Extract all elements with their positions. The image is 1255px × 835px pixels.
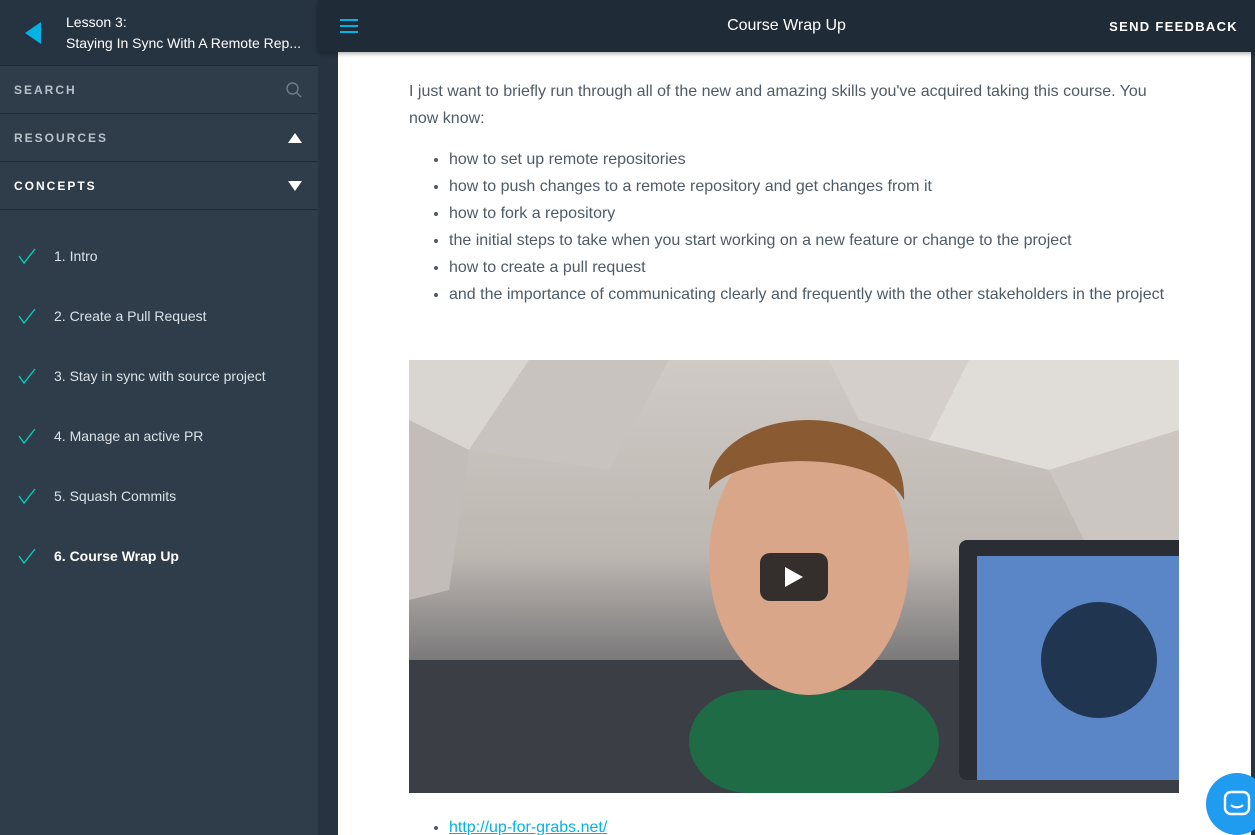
concepts-label: CONCEPTS <box>14 178 97 193</box>
resources-toggle[interactable]: RESOURCES <box>0 114 318 162</box>
concept-label: 2. Create a Pull Request <box>54 308 207 324</box>
play-button[interactable] <box>760 553 828 601</box>
sidebar: Lesson 3: Staying In Sync With A Remote … <box>0 0 318 835</box>
concept-list: 1. Intro 2. Create a Pull Request 3. Sta… <box>0 210 318 586</box>
search-row[interactable]: SEARCH <box>0 66 318 114</box>
top-bar: Course Wrap Up SEND FEEDBACK <box>318 0 1255 52</box>
concepts-toggle[interactable]: CONCEPTS <box>0 162 318 210</box>
skills-list: how to set up remote repositories how to… <box>409 146 1179 308</box>
list-item: http://up-for-grabs.net/ <box>449 814 1179 835</box>
article: I just want to briefly run through all o… <box>409 78 1179 308</box>
checkmark-icon <box>0 308 54 324</box>
concept-label: 3. Stay in sync with source project <box>54 368 266 384</box>
resource-link[interactable]: http://up-for-grabs.net/ <box>449 819 607 835</box>
main-content: I just want to briefly run through all o… <box>338 52 1251 835</box>
list-item: how to fork a repository <box>449 200 1179 227</box>
links-list: http://up-for-grabs.net/ <box>409 814 1179 835</box>
triangle-down-icon <box>288 180 302 191</box>
menu-button[interactable] <box>318 0 380 52</box>
lesson-number: Lesson 3: <box>66 13 127 30</box>
checkmark-icon <box>0 428 54 444</box>
search-label: SEARCH <box>14 82 77 97</box>
lesson-title: Staying In Sync With A Remote Rep... <box>66 34 301 51</box>
intro-paragraph: I just want to briefly run through all o… <box>409 83 1147 127</box>
play-icon <box>785 567 803 587</box>
concept-item-stay-in-sync[interactable]: 3. Stay in sync with source project <box>0 346 318 406</box>
chat-bubble-icon <box>1223 790 1251 816</box>
lesson-title-block[interactable]: Lesson 3: Staying In Sync With A Remote … <box>66 12 308 54</box>
video-player[interactable] <box>409 360 1179 793</box>
checkmark-icon <box>0 548 54 564</box>
list-item: the initial steps to take when you start… <box>449 227 1179 254</box>
checkmark-icon <box>0 368 54 384</box>
resources-label: RESOURCES <box>14 130 109 145</box>
list-item: and the importance of communicating clea… <box>449 281 1179 308</box>
back-triangle-icon <box>25 21 41 44</box>
back-button[interactable] <box>0 0 66 66</box>
list-item: how to set up remote repositories <box>449 146 1179 173</box>
concept-item-squash-commits[interactable]: 5. Squash Commits <box>0 466 318 526</box>
lesson-header: Lesson 3: Staying In Sync With A Remote … <box>0 0 318 66</box>
search-icon[interactable] <box>286 81 302 98</box>
list-item: how to push changes to a remote reposito… <box>449 173 1179 200</box>
resource-links: http://up-for-grabs.net/ <box>409 814 1179 835</box>
triangle-up-icon <box>288 132 302 143</box>
concept-item-course-wrap-up[interactable]: 6. Course Wrap Up <box>0 526 318 586</box>
checkmark-icon <box>0 248 54 264</box>
concept-label: 4. Manage an active PR <box>54 428 204 444</box>
send-feedback-button[interactable]: SEND FEEDBACK <box>1109 0 1238 52</box>
hamburger-menu-icon <box>340 19 358 33</box>
list-item: how to create a pull request <box>449 254 1179 281</box>
concept-label: 6. Course Wrap Up <box>54 548 179 564</box>
concept-item-create-pull-request[interactable]: 2. Create a Pull Request <box>0 286 318 346</box>
concept-label: 1. Intro <box>54 248 98 264</box>
concept-item-manage-active-pr[interactable]: 4. Manage an active PR <box>0 406 318 466</box>
concept-label: 5. Squash Commits <box>54 488 177 504</box>
checkmark-icon <box>0 488 54 504</box>
concept-item-intro[interactable]: 1. Intro <box>0 226 318 286</box>
